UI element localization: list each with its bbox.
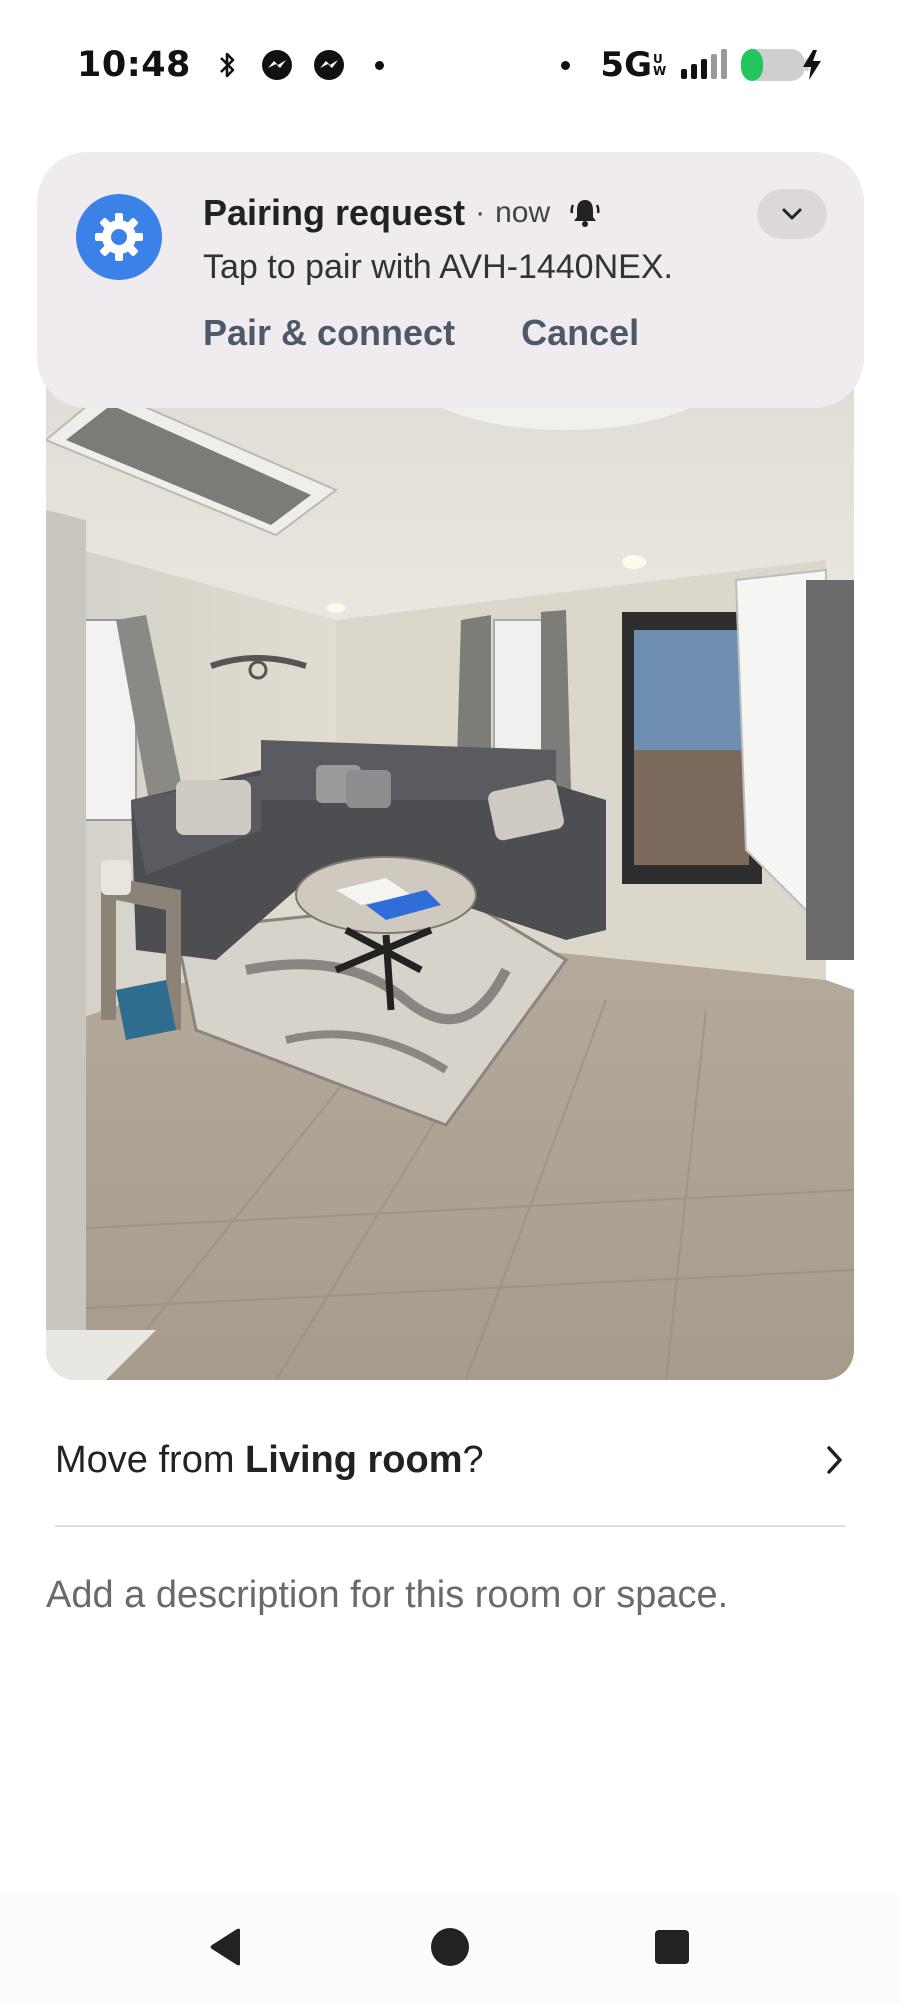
home-circle-icon: [429, 1926, 471, 1968]
clock: 10:48: [77, 45, 191, 85]
notification-separator: ·: [475, 196, 486, 229]
network-type: 5G UW: [600, 45, 667, 85]
alert-bell-icon: [570, 197, 600, 229]
network-sub-label: UW: [653, 52, 667, 78]
settings-gear-icon: [76, 194, 162, 280]
move-prefix: Move from: [55, 1438, 246, 1481]
status-bar-right: 5G UW: [535, 45, 825, 85]
status-bar: 10:48 5G UW: [0, 0, 900, 130]
pairing-notification[interactable]: Pairing request · now Tap to pair with A…: [37, 152, 864, 408]
room-description-input[interactable]: Add a description for this room or space…: [46, 1574, 854, 1617]
chevron-right-icon: [825, 1444, 845, 1476]
messenger-icon: [313, 49, 345, 81]
status-bar-left: 10:48: [77, 45, 384, 85]
notification-header: Pairing request · now: [203, 192, 600, 234]
recents-button[interactable]: [642, 1917, 702, 1977]
bluetooth-icon: [217, 50, 237, 80]
living-room-photo: [46, 330, 854, 1380]
back-button[interactable]: [196, 1917, 256, 1977]
notification-text: Tap to pair with AVH-1440NEX.: [203, 248, 673, 286]
navigation-bar: [0, 1893, 900, 2003]
expand-notification-button[interactable]: [757, 189, 827, 239]
notification-time: now: [495, 196, 551, 229]
signal-icon: [679, 49, 729, 81]
home-button[interactable]: [420, 1917, 480, 1977]
network-label: 5G: [600, 45, 652, 85]
messenger-icon: [261, 49, 293, 81]
notification-actions: Pair & connect Cancel: [203, 312, 639, 354]
divider: [55, 1525, 845, 1527]
move-suffix: ?: [462, 1438, 484, 1481]
room-name: Living room: [245, 1438, 463, 1481]
pair-connect-button[interactable]: Pair & connect: [203, 312, 455, 354]
back-triangle-icon: [206, 1926, 246, 1968]
screen: 10:48 5G UW Pairing request · now Tap to…: [0, 0, 900, 2003]
cancel-button[interactable]: Cancel: [521, 312, 639, 354]
recents-square-icon: [654, 1929, 690, 1965]
move-from-room-row[interactable]: Move from Living room?: [55, 1420, 845, 1500]
notification-dot-icon: [374, 60, 384, 70]
chevron-down-icon: [781, 207, 803, 221]
notification-title: Pairing request: [203, 192, 466, 233]
move-from-room-text: Move from Living room?: [55, 1439, 484, 1482]
notification-dot-icon: [561, 60, 571, 70]
battery-charging-icon: [739, 46, 825, 84]
